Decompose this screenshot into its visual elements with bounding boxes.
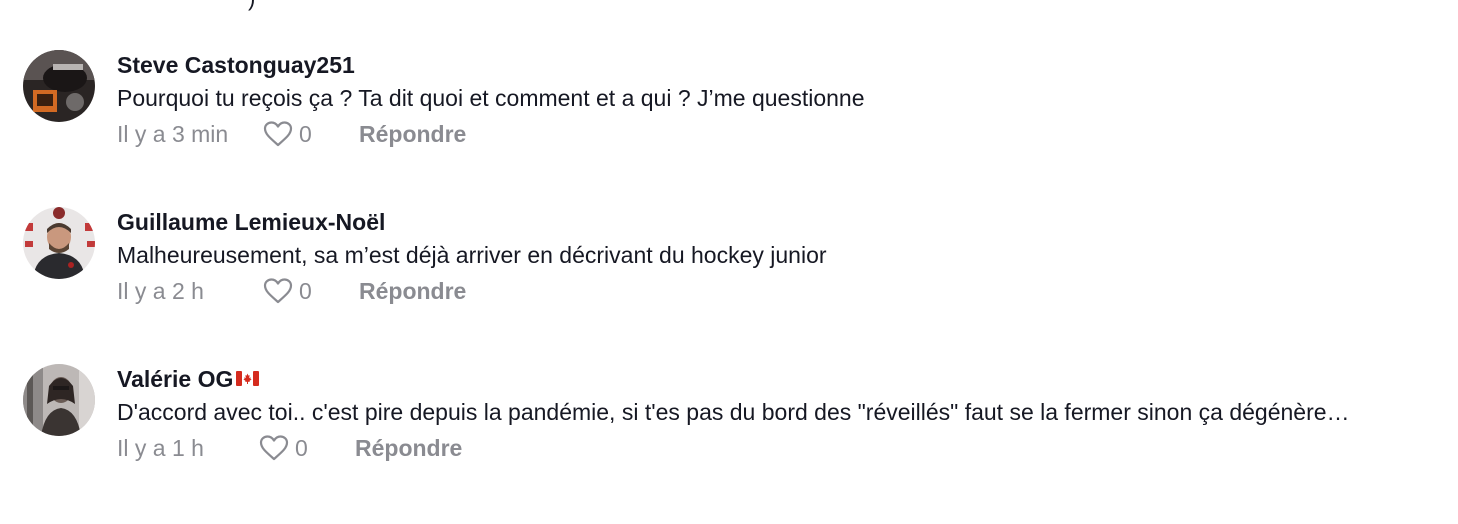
author-name: Valérie OG — [117, 366, 234, 392]
like-count: 0 — [299, 120, 312, 147]
comment-timestamp: Il y a 2 h — [117, 277, 204, 304]
heart-outline-icon — [263, 278, 293, 304]
like-button[interactable]: 0 — [263, 278, 359, 305]
comment-timestamp: Il y a 3 min — [117, 120, 229, 147]
avatar[interactable] — [23, 364, 95, 436]
comments-list: ) Steve Castonguay251 Pourquoi tu reçois… — [0, 0, 1458, 524]
like-count: 0 — [299, 277, 312, 304]
comment-meta: Il y a 3 min 0 Répondre — [117, 117, 1407, 151]
comment-timestamp: Il y a 1 h — [117, 434, 204, 461]
reply-button[interactable]: Répondre — [359, 278, 466, 305]
previous-comment-fragment: ) — [248, 0, 255, 12]
comment-author[interactable]: Valérie OG — [117, 364, 260, 394]
reply-button[interactable]: Répondre — [359, 121, 466, 148]
heart-outline-icon — [259, 435, 289, 461]
heart-outline-icon — [263, 121, 293, 147]
comment-author[interactable]: Guillaume Lemieux-Noël — [117, 207, 385, 237]
like-button[interactable]: 0 — [259, 435, 355, 462]
reply-button[interactable]: Répondre — [355, 435, 462, 462]
avatar[interactable] — [23, 50, 95, 122]
comment-meta: Il y a 2 h 0 Répondre — [117, 274, 1407, 308]
like-count: 0 — [295, 434, 308, 461]
comment-meta: Il y a 1 h 0 Répondre — [117, 431, 1407, 465]
comment-author[interactable]: Steve Castonguay251 — [117, 50, 355, 80]
comment-text: Pourquoi tu reçois ça ? Ta dit quoi et c… — [117, 85, 865, 111]
avatar[interactable] — [23, 207, 95, 279]
like-button[interactable]: 0 — [263, 121, 359, 148]
canada-flag-icon — [236, 370, 260, 386]
comment-text: Malheureusement, sa m’est déjà arriver e… — [117, 242, 827, 268]
comment-text: D'accord avec toi.. c'est pire depuis la… — [117, 399, 1350, 425]
